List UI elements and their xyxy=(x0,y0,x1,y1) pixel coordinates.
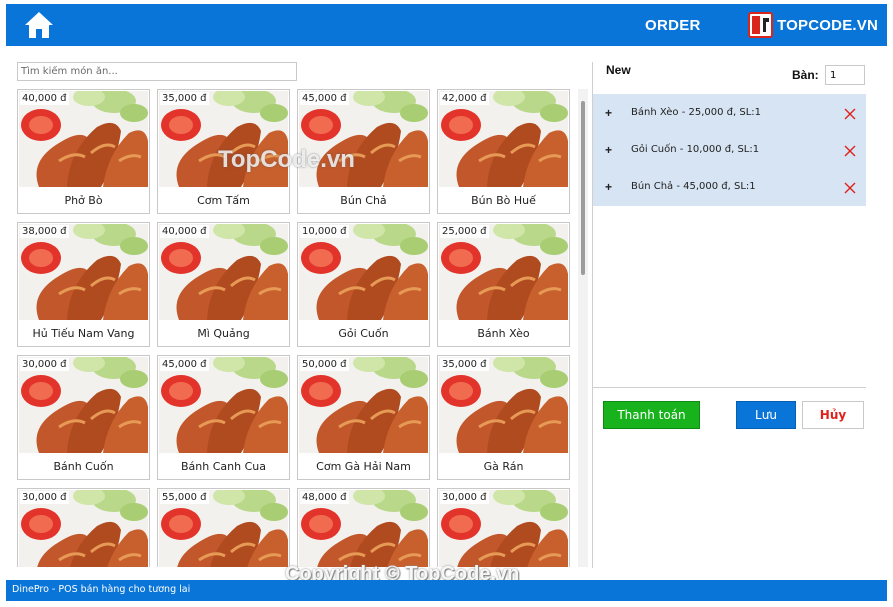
menu-item-card[interactable]: 10,000 đ Gỏi Cuốn xyxy=(297,222,430,347)
dish-name: Mì Quảng xyxy=(197,327,250,340)
dish-name: Cơm Tấm xyxy=(197,194,250,207)
remove-item-icon[interactable] xyxy=(844,107,856,119)
order-item-row[interactable]: + Gỏi Cuốn - 10,000 đ, SL:1 xyxy=(593,131,866,168)
menu-item-card[interactable]: 50,000 đ Cơm Gà Hải Nam xyxy=(297,355,430,480)
order-divider xyxy=(593,387,866,388)
order-item-row[interactable]: + Bún Chả - 45,000 đ, SL:1 xyxy=(593,168,866,205)
pos-app: ORDER TOPCODE.VN 40,000 đ Phở Bò 35,000 đ C… xyxy=(0,0,893,607)
order-item-row[interactable]: + Bánh Xèo - 25,000 đ, SL:1 xyxy=(593,94,866,131)
footer-bar: DinePro - POS bán hàng cho tương lai xyxy=(6,580,887,601)
table-label: Bàn: xyxy=(792,68,819,82)
dish-price: 30,000 đ xyxy=(20,358,69,371)
topcode-logo: TOPCODE.VN xyxy=(748,12,878,38)
dish-image xyxy=(299,357,428,453)
dish-name: Gà Rán xyxy=(483,460,524,473)
dish-price: 50,000 đ xyxy=(300,358,349,371)
menu-item-card[interactable]: 42,000 đ Bún Bò Huế xyxy=(437,89,570,214)
increase-quantity-button[interactable]: + xyxy=(605,143,612,157)
dish-price: 45,000 đ xyxy=(300,92,349,105)
menu-item-card[interactable]: 30,000 đ xyxy=(437,488,570,567)
menu-scrollbar-thumb[interactable] xyxy=(581,101,585,275)
menu-item-card[interactable]: 30,000 đ Bánh Cuốn xyxy=(17,355,150,480)
page-title: ORDER xyxy=(645,17,701,34)
dish-price: 45,000 đ xyxy=(160,358,209,371)
order-item-text: Bánh Xèo - 25,000 đ, SL:1 xyxy=(631,107,762,118)
menu-item-card[interactable]: 38,000 đ Hủ Tiếu Nam Vang xyxy=(17,222,150,347)
logo-text: TOPCODE.VN xyxy=(777,16,878,34)
increase-quantity-button[interactable]: + xyxy=(605,106,612,120)
pay-button[interactable]: Thanh toán xyxy=(603,401,700,429)
dish-price: 55,000 đ xyxy=(160,491,209,504)
dish-image xyxy=(299,224,428,320)
dish-image xyxy=(19,357,148,453)
dish-name: Bánh Xèo xyxy=(477,327,530,340)
dish-image xyxy=(159,224,288,320)
menu-item-card[interactable]: 40,000 đ Phở Bò xyxy=(17,89,150,214)
dish-name: Phở Bò xyxy=(64,194,103,207)
order-item-list: + Bánh Xèo - 25,000 đ, SL:1 + Gỏi Cuốn - 10… xyxy=(593,94,866,206)
dish-name: Bánh Cuốn xyxy=(53,460,114,473)
dish-name: Bún Bò Huế xyxy=(471,194,536,207)
save-button[interactable]: Lưu xyxy=(736,401,796,429)
dish-price: 30,000 đ xyxy=(440,491,489,504)
dish-price: 40,000 đ xyxy=(20,92,69,105)
dish-price: 25,000 đ xyxy=(440,225,489,238)
dish-price: 42,000 đ xyxy=(440,92,489,105)
dish-name: Cơm Gà Hải Nam xyxy=(316,460,411,473)
order-item-text: Gỏi Cuốn - 10,000 đ, SL:1 xyxy=(631,144,760,155)
home-button[interactable] xyxy=(24,10,54,40)
menu-item-card[interactable]: 55,000 đ xyxy=(157,488,290,567)
menu-item-card[interactable]: 25,000 đ Bánh Xèo xyxy=(437,222,570,347)
dish-price: 40,000 đ xyxy=(160,225,209,238)
header-bar: ORDER TOPCODE.VN xyxy=(6,4,887,46)
remove-item-icon[interactable] xyxy=(844,144,856,156)
dish-price: 30,000 đ xyxy=(20,491,69,504)
dish-price: 35,000 đ xyxy=(440,358,489,371)
dish-image xyxy=(439,91,568,187)
order-item-text: Bún Chả - 45,000 đ, SL:1 xyxy=(631,181,756,192)
menu-item-card[interactable]: 48,000 đ xyxy=(297,488,430,567)
cancel-button[interactable]: Hủy xyxy=(802,401,864,429)
watermark: TopCode.vn xyxy=(218,146,355,173)
dish-image xyxy=(439,224,568,320)
logo-mark-icon xyxy=(748,12,774,38)
dish-name: Hủ Tiếu Nam Vang xyxy=(32,327,135,340)
dish-name: Bánh Canh Cua xyxy=(181,460,266,473)
home-icon xyxy=(25,12,53,38)
menu-item-card[interactable]: 45,000 đ Bánh Canh Cua xyxy=(157,355,290,480)
dish-name: Bún Chả xyxy=(340,194,387,207)
menu-scrollbar[interactable] xyxy=(578,89,588,567)
table-number-input[interactable] xyxy=(825,65,865,85)
order-status: New xyxy=(606,63,631,77)
remove-item-icon[interactable] xyxy=(844,181,856,193)
dish-price: 10,000 đ xyxy=(300,225,349,238)
increase-quantity-button[interactable]: + xyxy=(605,180,612,194)
footer-text: DinePro - POS bán hàng cho tương lai xyxy=(12,584,191,595)
dish-price: 38,000 đ xyxy=(20,225,69,238)
dish-image xyxy=(19,91,148,187)
dish-price: 35,000 đ xyxy=(160,92,209,105)
search-input[interactable] xyxy=(17,62,297,81)
dish-price: 48,000 đ xyxy=(300,491,349,504)
menu-item-card[interactable]: 35,000 đ Gà Rán xyxy=(437,355,570,480)
menu-item-card[interactable]: 40,000 đ Mì Quảng xyxy=(157,222,290,347)
dish-image xyxy=(19,224,148,320)
dish-name: Gỏi Cuốn xyxy=(338,327,389,340)
dish-image xyxy=(439,357,568,453)
dish-image xyxy=(159,357,288,453)
menu-item-card[interactable]: 30,000 đ xyxy=(17,488,150,567)
